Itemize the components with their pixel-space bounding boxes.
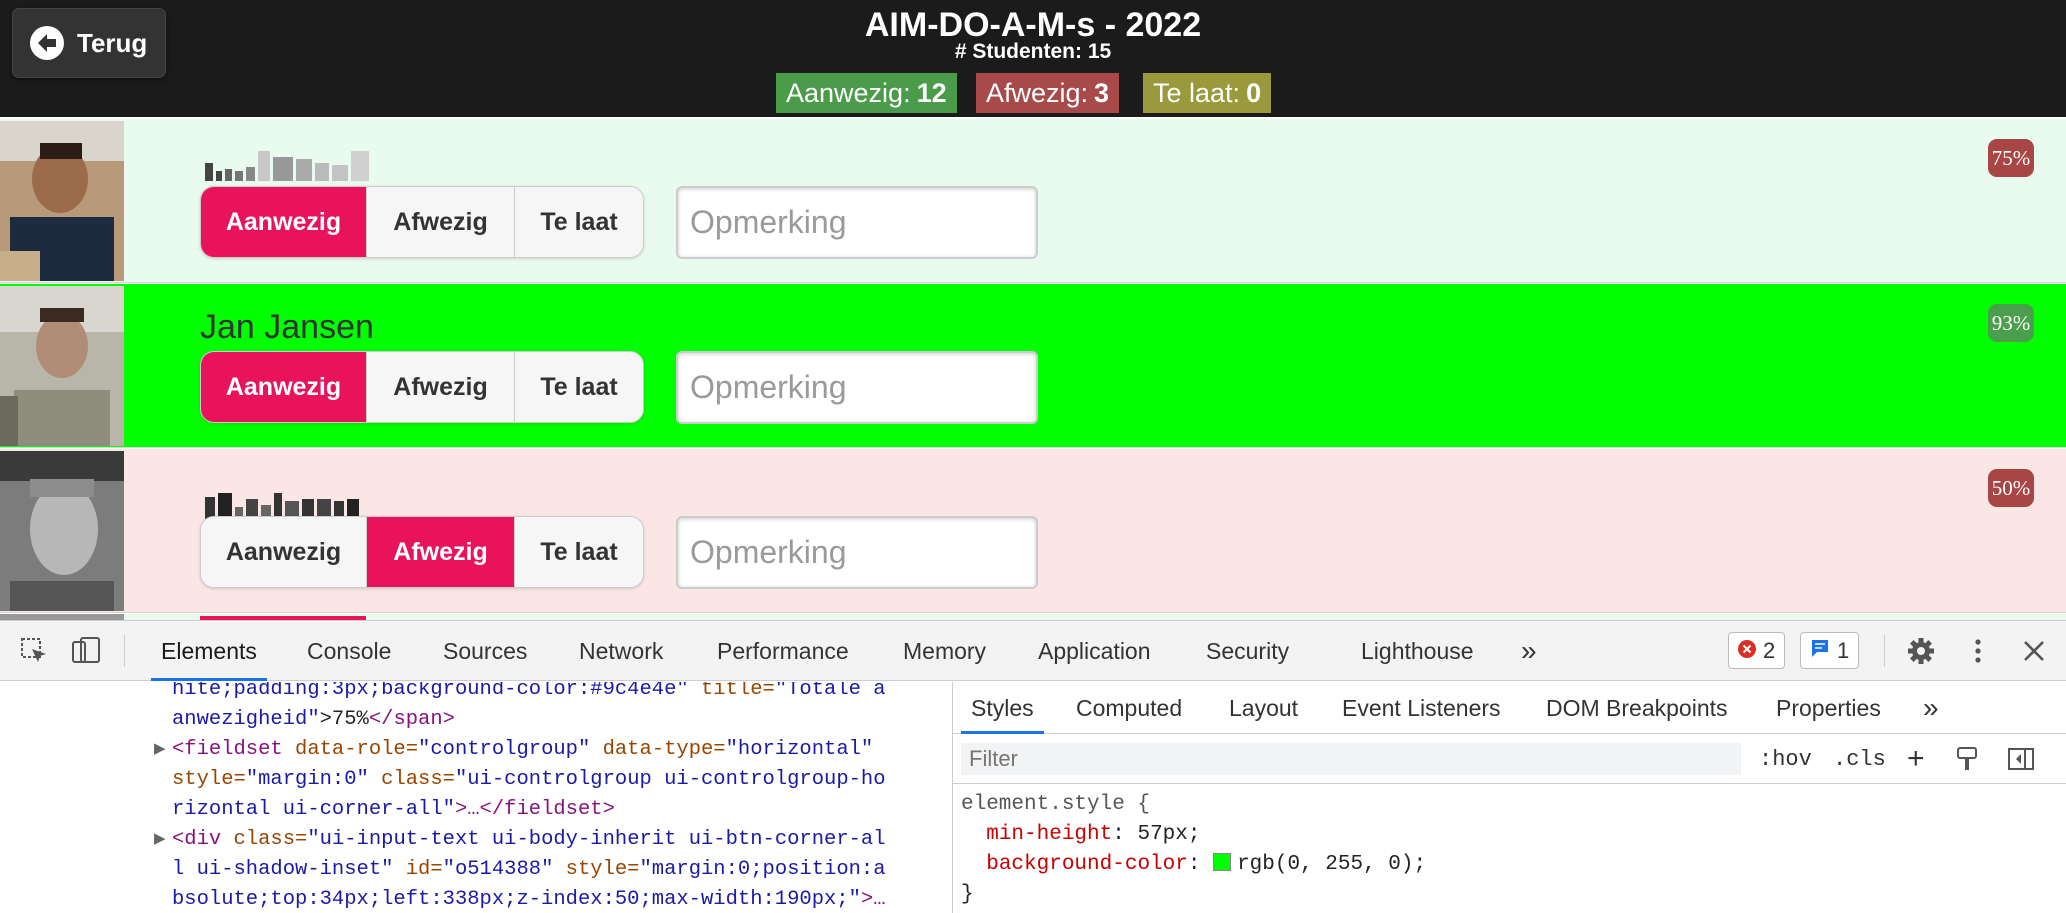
tab-divider	[124, 635, 125, 667]
late-stat-label: Te laat:	[1153, 77, 1241, 108]
tab-sources[interactable]: Sources	[443, 621, 527, 681]
expand-triangle-icon[interactable]: ▶	[154, 825, 166, 855]
present-stat-count: 12	[916, 77, 947, 108]
present-stat-label: Aanwezig:	[786, 77, 911, 108]
late-option[interactable]: Te laat	[515, 352, 643, 422]
attendance-percentage-badge: 93%	[1988, 304, 2034, 342]
styles-pane: Styles Computed Layout Event Listeners D…	[952, 682, 2066, 913]
attendance-percentage-badge: 50%	[1988, 469, 2034, 507]
close-devtools-icon[interactable]	[2018, 635, 2050, 667]
tab-computed[interactable]: Computed	[1076, 682, 1182, 734]
css-property-min-height[interactable]: min-height	[986, 823, 1112, 846]
more-options-icon[interactable]	[1962, 635, 1994, 667]
present-option[interactable]: Aanwezig	[201, 352, 367, 422]
tab-network[interactable]: Network	[579, 621, 663, 681]
student-photo	[0, 451, 124, 611]
cls-toggle[interactable]: .cls	[1833, 742, 1886, 776]
student-photo	[0, 286, 124, 446]
more-tabs-icon[interactable]: »	[1923, 682, 1939, 734]
absent-option[interactable]: Afwezig	[367, 517, 515, 587]
device-toolbar-icon[interactable]	[70, 635, 102, 667]
attendance-selector: Aanwezig Afwezig Te laat	[200, 351, 644, 423]
message-icon	[1810, 638, 1830, 664]
present-option[interactable]: Aanwezig	[201, 517, 367, 587]
styles-filter-bar: :hov .cls +	[953, 734, 2066, 784]
color-swatch-icon[interactable]	[1213, 853, 1232, 871]
errors-badge[interactable]: 2	[1728, 632, 1786, 669]
new-style-rule-icon[interactable]: +	[1907, 742, 1925, 776]
dom-line-div[interactable]: <div class="ui-input-text ui-body-inheri…	[172, 825, 886, 855]
tab-performance[interactable]: Performance	[717, 621, 849, 681]
errors-count: 2	[1763, 637, 1776, 663]
css-value-background-color[interactable]: rgb(0, 255, 0);	[1237, 853, 1426, 876]
late-option[interactable]: Te laat	[515, 517, 643, 587]
student-photo	[0, 121, 124, 281]
attendance-selector: Aanwezig Afwezig Te laat	[200, 186, 644, 258]
css-value-min-height[interactable]: 57px;	[1137, 823, 1200, 846]
tab-elements[interactable]: Elements	[151, 621, 267, 681]
more-tabs-icon[interactable]: »	[1521, 621, 1537, 681]
messages-count: 1	[1837, 637, 1850, 663]
dom-line-fieldset[interactable]: <fieldset data-role="controlgroup" data-…	[172, 735, 873, 765]
tab-dom-breakpoints[interactable]: DOM Breakpoints	[1546, 682, 1728, 734]
css-property-background-color[interactable]: background-color	[986, 853, 1188, 876]
present-stat-badge: Aanwezig: 12	[776, 73, 957, 113]
tab-security[interactable]: Security	[1206, 621, 1289, 681]
student-row: Aanwezig Afwezig Te laat 50%	[0, 449, 2066, 613]
tab-layout[interactable]: Layout	[1229, 682, 1298, 734]
remark-input[interactable]	[676, 351, 1038, 424]
dom-line: bsolute;top:34px;left:338px;z-index:50;m…	[172, 888, 886, 911]
tab-console[interactable]: Console	[307, 621, 391, 681]
toggle-sidebar-icon[interactable]	[2007, 742, 2035, 776]
dom-line: style="margin:0" class="ui-controlgroup …	[172, 768, 886, 791]
student-name-redacted	[205, 147, 369, 181]
tab-divider	[1884, 635, 1885, 667]
absent-stat-count: 3	[1094, 77, 1110, 108]
devtools-panel: Elements Console Sources Network Perform…	[0, 620, 2066, 913]
styles-filter-input[interactable]	[961, 743, 1741, 775]
tab-application[interactable]: Application	[1038, 621, 1151, 681]
rule-selector: element.style {	[961, 793, 1151, 816]
late-stat-count: 0	[1246, 77, 1262, 108]
paint-brush-icon[interactable]	[1955, 742, 1979, 776]
styles-tab-bar: Styles Computed Layout Event Listeners D…	[953, 682, 2066, 734]
remark-input[interactable]	[676, 516, 1038, 589]
present-option[interactable]: Aanwezig	[201, 187, 367, 257]
student-name: Jan Jansen	[200, 308, 374, 346]
messages-badge[interactable]: 1	[1800, 632, 1860, 669]
absent-stat-label: Afwezig:	[986, 77, 1089, 108]
expand-triangle-icon[interactable]: ▶	[154, 735, 166, 765]
dom-line: rizontal ui-corner-all">…</fieldset>	[172, 798, 615, 821]
student-count: # Studenten: 15	[954, 40, 1112, 63]
late-stat-badge: Te laat: 0	[1143, 73, 1272, 113]
tab-memory[interactable]: Memory	[903, 621, 986, 681]
tab-properties[interactable]: Properties	[1776, 682, 1881, 734]
element-style-rule[interactable]: element.style { min-height: 57px; backgr…	[961, 790, 1426, 910]
student-row: Jan Jansen Aanwezig Afwezig Te laat 93%	[0, 284, 2066, 448]
student-row: Aanwezig Afwezig Te laat 75%	[0, 119, 2066, 283]
student-name-redacted	[205, 485, 359, 519]
rule-close-brace: }	[961, 883, 974, 906]
tab-lighthouse[interactable]: Lighthouse	[1361, 621, 1474, 681]
tab-styles[interactable]: Styles	[961, 682, 1044, 734]
attendance-selector: Aanwezig Afwezig Te laat	[200, 516, 644, 588]
late-option[interactable]: Te laat	[515, 187, 643, 257]
dom-line: anwezigheid">75%</span>	[172, 708, 455, 731]
hov-toggle[interactable]: :hov	[1759, 742, 1812, 776]
remark-input[interactable]	[676, 186, 1038, 259]
devtools-tab-bar: Elements Console Sources Network Perform…	[0, 621, 2066, 681]
settings-gear-icon[interactable]	[1905, 635, 1937, 667]
elements-dom-tree[interactable]: hite;padding:3px;background-color:#9c4e4…	[0, 682, 952, 913]
absent-option[interactable]: Afwezig	[367, 187, 515, 257]
error-icon	[1738, 638, 1756, 664]
attendance-percentage-badge: 75%	[1988, 139, 2034, 177]
dom-line: l ui-shadow-inset" id="o514388" style="m…	[172, 858, 886, 881]
page-header: Terug AIM-DO-A-M-s - 2022 # Studenten: 1…	[0, 0, 2066, 117]
inspect-element-icon[interactable]	[18, 635, 50, 667]
absent-option[interactable]: Afwezig	[367, 352, 515, 422]
tab-event-listeners[interactable]: Event Listeners	[1342, 682, 1501, 734]
absent-stat-badge: Afwezig: 3	[976, 73, 1120, 113]
dom-line: hite;padding:3px;background-color:#9c4e4…	[172, 682, 886, 701]
